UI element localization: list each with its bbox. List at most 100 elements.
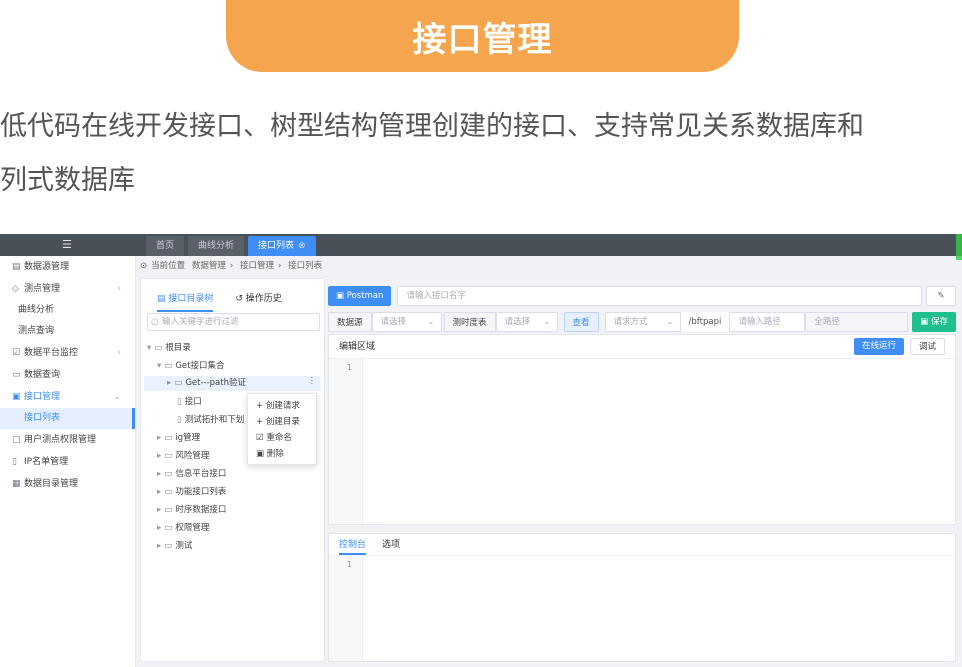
tree-node[interactable]: ▸ ▭ 测试 <box>157 539 192 551</box>
menu-item-create-folder[interactable]: + 创建目录 <box>248 414 316 430</box>
tab-home[interactable]: 首页 <box>146 236 185 256</box>
postman-icon: ▣ <box>336 291 347 301</box>
sidebar: ▤ 数据源管理 ◇ 测点管理 › 曲线分析 测点查询 ☑ 数据平台监控 › ▭ 数据查询 ▣… <box>0 256 136 667</box>
tab-label: 操作历史 <box>245 294 282 304</box>
plus-icon: + <box>256 417 266 427</box>
tab-label: 控制台 <box>339 540 367 550</box>
grid-icon: ▦ <box>12 479 21 489</box>
history-icon: ↺ <box>235 294 246 304</box>
placeholder: 请输入接口名字 <box>406 291 466 301</box>
node-label: 接口 <box>184 397 202 407</box>
sidebar-item-interface-mgmt[interactable]: ▣ 接口管理 ⌄ <box>0 386 135 408</box>
path-input[interactable]: 请输入路径 <box>729 312 806 332</box>
tab-curve-label: 曲线分析 <box>198 241 235 251</box>
sidebar-item-interface-list[interactable]: 接口列表 <box>0 408 135 429</box>
file-icon: ▯ <box>177 415 182 425</box>
tree-node[interactable]: ▾ ▭ 根目录 <box>147 341 191 353</box>
sidebar-item-datasource[interactable]: ▤ 数据源管理 <box>0 256 135 278</box>
tree-node[interactable]: ▸ ▭ 功能接口列表 <box>157 485 226 497</box>
breadcrumb-sep: › <box>277 261 282 271</box>
description-line-2: 列式数据库 <box>0 165 135 196</box>
tree-search-input[interactable]: ○ 输入关键字进行过滤 <box>147 313 320 331</box>
menu-item-delete[interactable]: ▣ 删除 <box>248 446 316 462</box>
close-icon[interactable]: ⊗ <box>298 241 306 251</box>
tree-node[interactable]: ▸ ▭ 信息平台接口 <box>157 467 226 479</box>
tab-interface-list[interactable]: 接口列表 ⊗ <box>248 236 316 256</box>
folder-icon: ▭ <box>164 469 173 479</box>
breadcrumb-item[interactable]: 接口管理 <box>240 261 274 271</box>
tree-node[interactable]: ▸ ▭ 权限管理 <box>157 521 209 533</box>
chevron-right-icon: › <box>117 348 121 358</box>
sidebar-item-user-permission[interactable]: ▢ 用户测点权限管理 <box>0 429 135 451</box>
tree-node[interactable]: ▸ ▭ 风险管理 <box>157 449 209 461</box>
debug-button[interactable]: 调试 <box>909 338 945 355</box>
tab-options[interactable]: 选项 <box>382 534 400 555</box>
tab-operation-history[interactable]: ↺ 操作历史 <box>235 291 281 312</box>
view-button[interactable]: 查看 <box>563 312 599 332</box>
section-title: 接口管理 <box>412 19 553 60</box>
method-select[interactable]: 请求方式 ⌄ <box>604 312 681 332</box>
timeseries-select[interactable]: 请选择 ⌄ <box>495 312 558 332</box>
interface-name-input[interactable]: 请输入接口名字 <box>397 286 922 306</box>
sidebar-item-data-catalog[interactable]: ▦ 数据目录管理 <box>0 473 135 495</box>
run-online-button[interactable]: 在线运行 <box>853 338 904 355</box>
sidebar-item-point-query[interactable]: 测点查询 <box>0 321 135 342</box>
sidebar-item-monitor[interactable]: ☑ 数据平台监控 › <box>0 342 135 364</box>
node-label: 权限管理 <box>175 523 210 533</box>
tab-label: 选项 <box>382 540 401 550</box>
location-icon: ⊙ <box>140 261 148 271</box>
placeholder: 全路径 <box>814 317 840 327</box>
postman-button[interactable]: ▣ Postman <box>328 286 392 306</box>
shield-icon: ◇ <box>12 284 19 294</box>
menu-item-create-request[interactable]: + 创建请求 <box>248 398 316 414</box>
tree-node-selected[interactable]: ▸ ▭ Get---path验证 ⋮ <box>144 376 320 391</box>
tree-node[interactable]: ▸ ▭ 时序数据接口 <box>157 503 226 515</box>
sidebar-item-curve[interactable]: 曲线分析 <box>0 300 135 321</box>
caret-right-icon: ▸ <box>167 378 172 388</box>
user-icon: ▢ <box>12 435 21 445</box>
placeholder: 请选择 <box>504 317 531 327</box>
label-text: 数据源 <box>337 318 363 328</box>
tree-node[interactable]: ▯ 接口 <box>177 395 202 407</box>
breadcrumb-sep: › <box>229 261 234 271</box>
context-menu: + 创建请求 + 创建目录 ☑ 重命名 ▣ 删除 <box>247 393 317 465</box>
tree-node[interactable]: ▯ 测试拓扑和下划 <box>177 413 244 425</box>
scroll-indicator <box>956 234 962 260</box>
folder-icon: ▭ <box>164 433 173 443</box>
tree-node[interactable]: ▸ ▭ ig管理 <box>157 431 200 443</box>
prefix-text: /bftpapi <box>688 317 722 327</box>
full-path-input: 全路径 <box>805 312 909 332</box>
document-icon: ▯ <box>12 457 17 467</box>
sidebar-item-data-query[interactable]: ▭ 数据查询 <box>0 364 135 386</box>
postman-label: Postman <box>346 291 384 301</box>
console-line-numbers: 1 <box>329 556 363 661</box>
tab-console[interactable]: 控制台 <box>339 534 367 555</box>
folder-icon: ▭ <box>164 541 173 551</box>
menu-item-rename[interactable]: ☑ 重命名 <box>248 430 316 446</box>
menu-collapse-icon[interactable]: ☰ <box>62 238 72 251</box>
breadcrumb: ⊙ 当前位置 数据管理 › 接口管理 › 接口列表 <box>140 259 326 271</box>
edit-icon: ☑ <box>256 433 267 443</box>
sidebar-item-points[interactable]: ◇ 测点管理 › <box>0 278 135 300</box>
folder-icon: ▭ <box>164 523 173 533</box>
breadcrumb-item: 接口列表 <box>288 261 323 271</box>
breadcrumb-item[interactable]: 数据管理 <box>192 261 226 271</box>
sidebar-label: 测点管理 <box>24 284 61 294</box>
tree-node[interactable]: ▾ ▭ Get接口集合 <box>157 359 224 371</box>
tab-curve-analysis[interactable]: 曲线分析 <box>188 236 245 256</box>
tab-interface-label: 接口列表 <box>258 241 295 251</box>
chevron-right-icon: › <box>117 284 121 294</box>
label-text: 测时度表 <box>452 318 487 328</box>
node-label: 时序数据接口 <box>175 505 227 515</box>
pencil-icon: ✎ <box>937 291 945 301</box>
tab-interface-tree[interactable]: ▤ 接口目录树 <box>157 291 214 312</box>
sidebar-item-ip-list[interactable]: ▯ IP名单管理 <box>0 451 135 473</box>
edit-name-button[interactable]: ✎ <box>926 286 956 306</box>
save-icon: ▣ <box>920 317 931 327</box>
tab-label: 接口目录树 <box>168 294 214 304</box>
sidebar-label: 数据查询 <box>24 370 61 380</box>
datasource-select[interactable]: 请选择 ⌄ <box>371 312 442 332</box>
more-vertical-icon[interactable]: ⋮ <box>308 376 317 386</box>
save-button[interactable]: ▣ 保存 <box>912 312 956 332</box>
sidebar-label: 数据目录管理 <box>24 479 79 489</box>
